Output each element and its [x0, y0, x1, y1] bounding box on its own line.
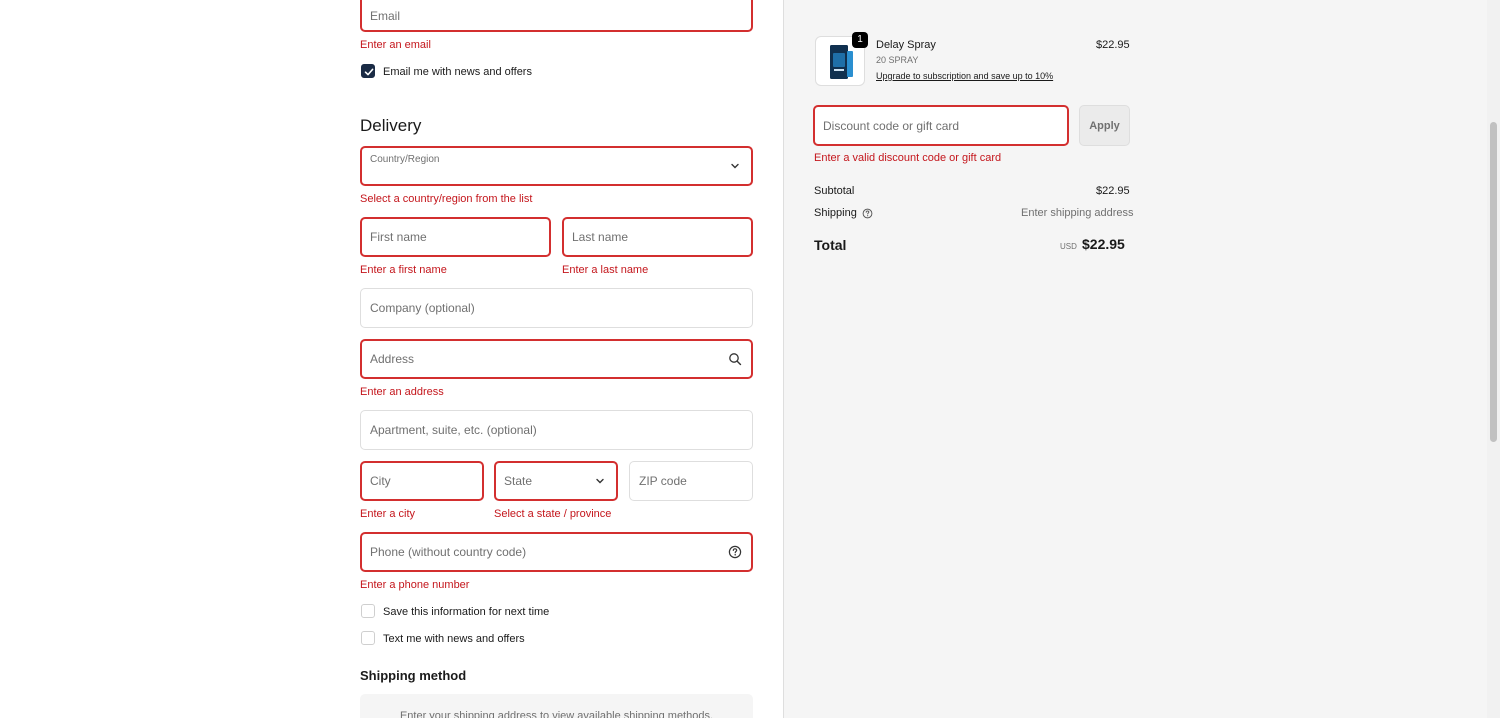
shipping-method-message: Enter your shipping address to view avai…: [399, 710, 714, 718]
product-variant: 20 SPRAY: [876, 55, 919, 65]
product-price: $22.95: [1096, 39, 1130, 51]
save-info-label: Save this information for next time: [383, 606, 550, 618]
country-error: Select a country/region from the list: [360, 193, 533, 205]
discount-placeholder: Discount code or gift card: [823, 118, 960, 133]
address-error: Enter an address: [360, 386, 444, 398]
shipping-method-notice: Enter your shipping address to view avai…: [360, 694, 753, 718]
phone-input[interactable]: Phone (without country code): [360, 532, 753, 572]
address-placeholder: Address: [370, 352, 415, 366]
newsletter-checkbox[interactable]: [361, 64, 375, 78]
subtotal-value: $22.95: [1096, 185, 1130, 197]
scrollbar-thumb[interactable]: [1490, 122, 1497, 442]
text-offers-checkbox[interactable]: [361, 631, 375, 645]
discount-input[interactable]: Discount code or gift card: [813, 105, 1069, 146]
country-label: Country/Region: [370, 154, 440, 165]
quantity-badge: 1: [852, 32, 868, 48]
last-name-placeholder: Last name: [572, 230, 629, 244]
city-error: Enter a city: [360, 508, 416, 520]
state-placeholder: State: [504, 474, 533, 488]
last-name-input[interactable]: Last name: [562, 217, 753, 257]
address-input[interactable]: Address: [360, 339, 753, 379]
apply-button[interactable]: Apply: [1079, 105, 1130, 146]
newsletter-label: Email me with news and offers: [383, 66, 532, 78]
total-currency: USD: [1060, 242, 1077, 251]
search-icon[interactable]: [728, 352, 742, 366]
delivery-heading: Delivery: [360, 116, 422, 135]
product-name: Delay Spray: [876, 39, 936, 51]
zip-input[interactable]: ZIP code: [629, 461, 753, 501]
apartment-placeholder: Apartment, suite, etc. (optional): [370, 423, 537, 437]
page-scrollbar[interactable]: [1487, 0, 1500, 718]
company-input[interactable]: Company (optional): [360, 288, 753, 328]
discount-error: Enter a valid discount code or gift card: [814, 152, 1002, 164]
shipping-label-text: Shipping: [814, 207, 857, 219]
last-name-error: Enter a last name: [562, 264, 649, 276]
shipping-label: Shipping: [814, 207, 873, 219]
checkout-form: Email Enter an email Email me with news …: [0, 0, 783, 718]
total-value: $22.95: [1082, 236, 1125, 252]
company-placeholder: Company (optional): [370, 301, 475, 315]
text-offers-label: Text me with news and offers: [383, 633, 525, 645]
total-label: Total: [814, 237, 847, 253]
chevron-down-icon: [731, 163, 739, 169]
state-error: Select a state / province: [494, 508, 612, 520]
phone-error: Enter a phone number: [360, 579, 470, 591]
first-name-placeholder: First name: [370, 230, 427, 244]
email-input[interactable]: Email: [360, 0, 753, 32]
email-error: Enter an email: [360, 39, 431, 51]
first-name-input[interactable]: First name: [360, 217, 551, 257]
country-select[interactable]: Country/Region: [360, 146, 753, 186]
help-circle-icon[interactable]: [862, 208, 873, 219]
zip-placeholder: ZIP code: [639, 474, 687, 488]
city-placeholder: City: [370, 474, 391, 488]
upgrade-subscription-link[interactable]: Upgrade to subscription and save up to 1…: [876, 71, 1053, 81]
help-circle-icon[interactable]: [728, 545, 742, 559]
shipping-method-heading: Shipping method: [360, 668, 467, 683]
subtotal-label: Subtotal: [814, 185, 855, 197]
city-input[interactable]: City: [360, 461, 484, 501]
apartment-input[interactable]: Apartment, suite, etc. (optional): [360, 410, 753, 450]
email-placeholder: Email: [370, 9, 401, 23]
order-summary: 1 Delay Spray 20 SPRAY Upgrade to subscr…: [783, 0, 1487, 718]
shipping-value: Enter shipping address: [1021, 207, 1134, 219]
checkmark-icon: [364, 68, 374, 76]
phone-placeholder: Phone (without country code): [370, 545, 527, 559]
chevron-down-icon: [596, 478, 604, 484]
first-name-error: Enter a first name: [360, 264, 447, 276]
state-select[interactable]: State: [494, 461, 618, 501]
save-info-checkbox[interactable]: [361, 604, 375, 618]
